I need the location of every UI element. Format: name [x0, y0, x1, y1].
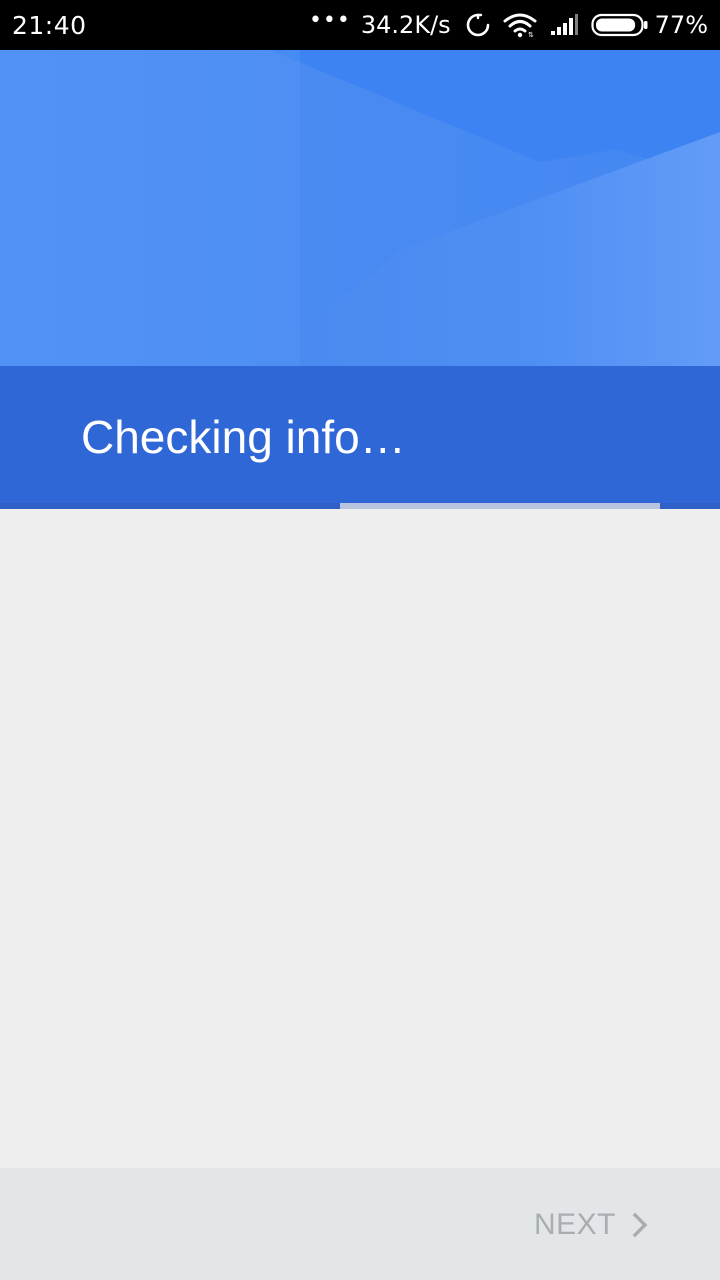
header-banner: [0, 50, 720, 368]
chevron-right-icon: [632, 1212, 648, 1238]
svg-text:⇅: ⇅: [528, 31, 534, 38]
status-right-group: ••• 34.2K/s ⇅ 77%: [309, 0, 708, 50]
sync-icon: [465, 12, 491, 38]
status-bar: 21:40 ••• 34.2K/s ⇅ 77%: [0, 0, 720, 50]
next-button[interactable]: NEXT: [534, 1200, 648, 1250]
network-speed: 34.2K/s: [360, 11, 451, 39]
signal-icon: [549, 13, 579, 37]
notification-dots: •••: [308, 8, 351, 33]
header-background-graphic: [0, 50, 720, 368]
setup-screen: 21:40 ••• 34.2K/s ⇅ 77% Checking info… N…: [0, 0, 720, 1280]
battery-percentage: 77%: [654, 11, 708, 39]
next-button-label: NEXT: [533, 1208, 616, 1241]
battery-icon: [591, 12, 649, 38]
page-title: Checking info…: [81, 411, 406, 463]
content-area: [0, 509, 720, 1168]
wifi-icon: ⇅: [503, 12, 537, 38]
status-time: 21:40: [12, 10, 87, 40]
